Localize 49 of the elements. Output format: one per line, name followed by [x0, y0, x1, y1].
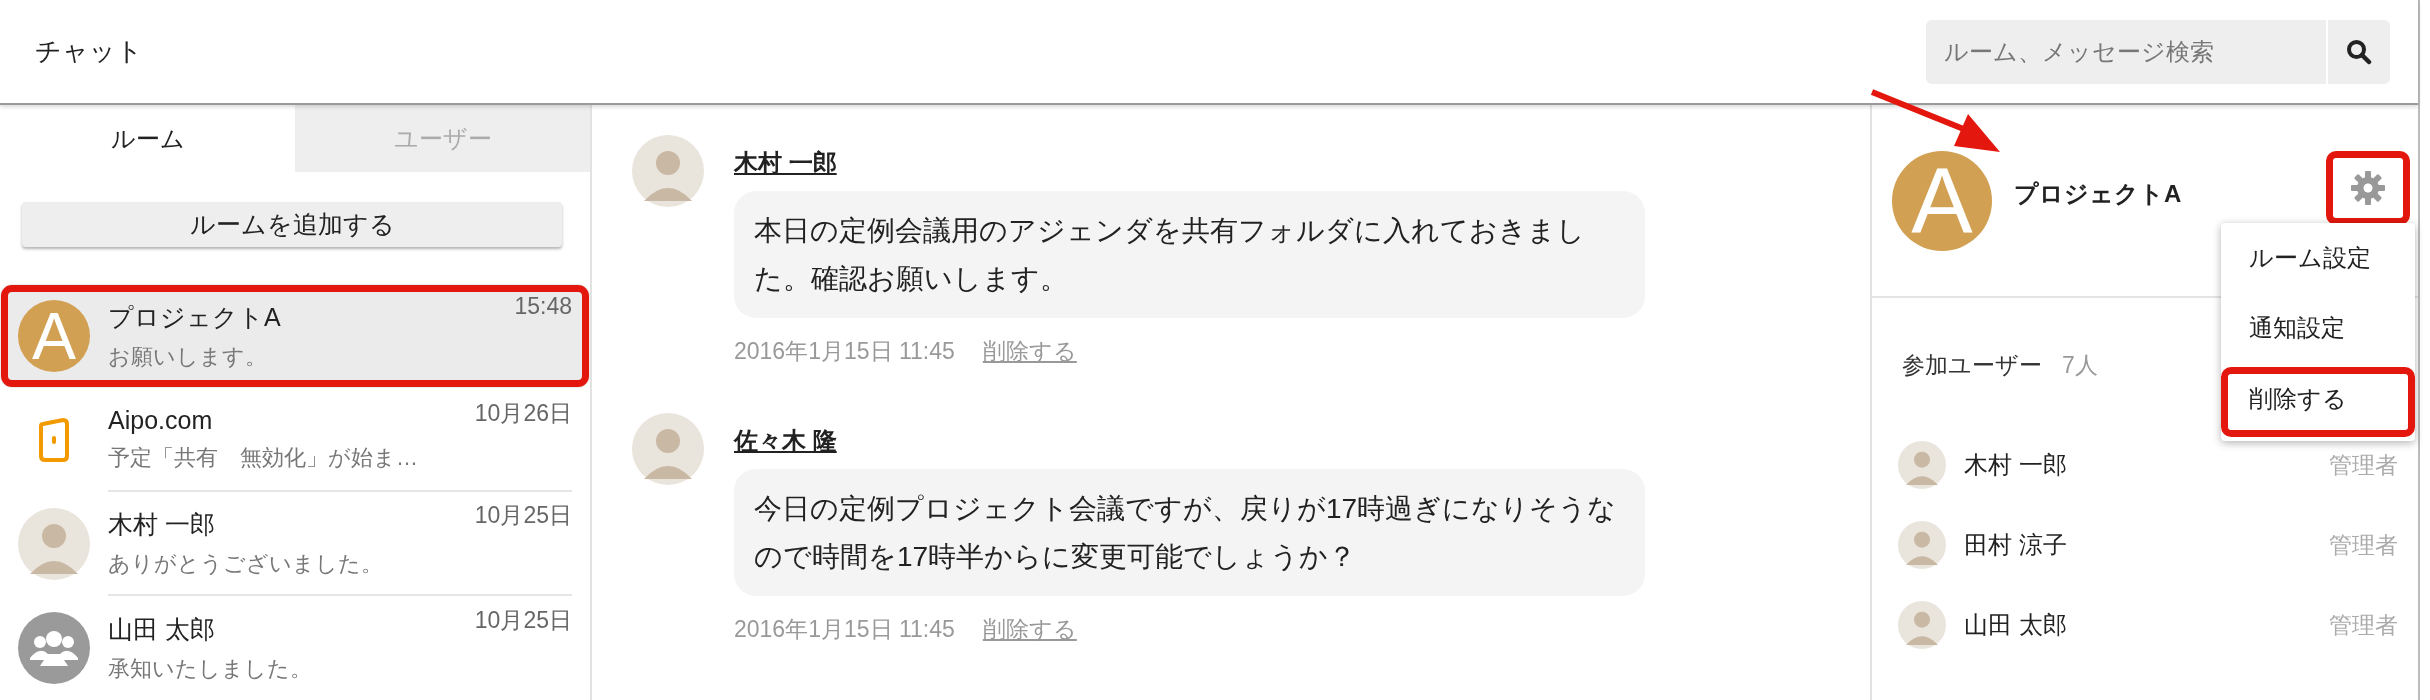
room-name: Aipo.com	[108, 405, 213, 435]
search-field[interactable]: ルーム、メッセージ検索	[1926, 19, 2326, 84]
room-name: 木村 一郎	[108, 508, 215, 540]
message-date: 2016年1月15日 11:45	[734, 615, 955, 645]
room-list-item[interactable]: 山田 太郎 10月25日 承知いたしました。	[0, 596, 590, 700]
letter-avatar: A	[1892, 150, 1992, 251]
member-avatar	[1898, 441, 1946, 489]
member-avatar	[1898, 521, 1946, 569]
member-avatar	[1898, 601, 1946, 649]
room-time: 10月25日	[474, 500, 572, 530]
settings-icon	[2350, 170, 2386, 206]
message-author[interactable]: 佐々木 隆	[734, 425, 837, 458]
room-preview: 予定「共有 無効化」が始ま…	[108, 443, 419, 472]
members-label: 参加ユーザー	[1902, 351, 2042, 380]
page-title: チャット	[35, 35, 143, 68]
member-name: 山田 太郎	[1964, 610, 2068, 640]
room-list-item[interactable]: Aipo.com 10月26日 予定「共有 無効化」が始ま…	[0, 388, 590, 492]
room-name: 山田 太郎	[108, 613, 215, 645]
room-preview: お願いします。	[108, 342, 268, 371]
search-button[interactable]	[2326, 19, 2390, 84]
member-name: 木村 一郎	[1964, 450, 2068, 480]
add-room-button[interactable]: ルームを追加する	[22, 202, 562, 247]
room-name: プロジェクトA	[108, 301, 281, 333]
menu-item[interactable]: 通知設定	[2221, 297, 2415, 367]
letter-avatar: A	[18, 300, 90, 372]
room-preview: ありがとうございました。	[108, 549, 384, 578]
room-list-item[interactable]: 木村 一郎 10月25日 ありがとうございました。	[0, 492, 590, 596]
room-time: 15:48	[514, 292, 572, 320]
member-role: 管理者	[2329, 450, 2398, 480]
room-time: 10月25日	[474, 605, 572, 635]
message-bubble: 今日の定例プロジェクト会議ですが、戻りが17時過ぎになりそうなので時間を17時半からに変更可能でしょうか？	[734, 469, 1645, 597]
door-icon	[39, 418, 69, 462]
member-role: 管理者	[2329, 530, 2398, 560]
room-time: 10月26日	[474, 398, 572, 428]
menu-item[interactable]: 削除する	[2221, 367, 2415, 437]
members-count: 7人	[2062, 351, 2098, 380]
message-bubble: 本日の定例会議用のアジェンダを共有フォルダに入れておきました。確認お願いします。	[734, 191, 1645, 319]
room-list-item[interactable]: A プロジェクトA 15:48 お願いします。	[0, 284, 590, 388]
room-preview: 承知いたしました。	[108, 654, 313, 683]
avatar-photo	[632, 135, 704, 207]
member-role: 管理者	[2329, 610, 2398, 640]
message-author[interactable]: 木村 一郎	[734, 147, 837, 179]
message-date: 2016年1月15日 11:45	[734, 337, 955, 367]
room-title: プロジェクトA	[2014, 178, 2182, 209]
member-name: 田村 涼子	[1964, 530, 2068, 560]
search-icon	[2346, 38, 2372, 65]
menu-item[interactable]: ルーム設定	[2221, 227, 2415, 297]
group-avatar-icon	[18, 612, 90, 684]
avatar-photo	[18, 508, 90, 580]
